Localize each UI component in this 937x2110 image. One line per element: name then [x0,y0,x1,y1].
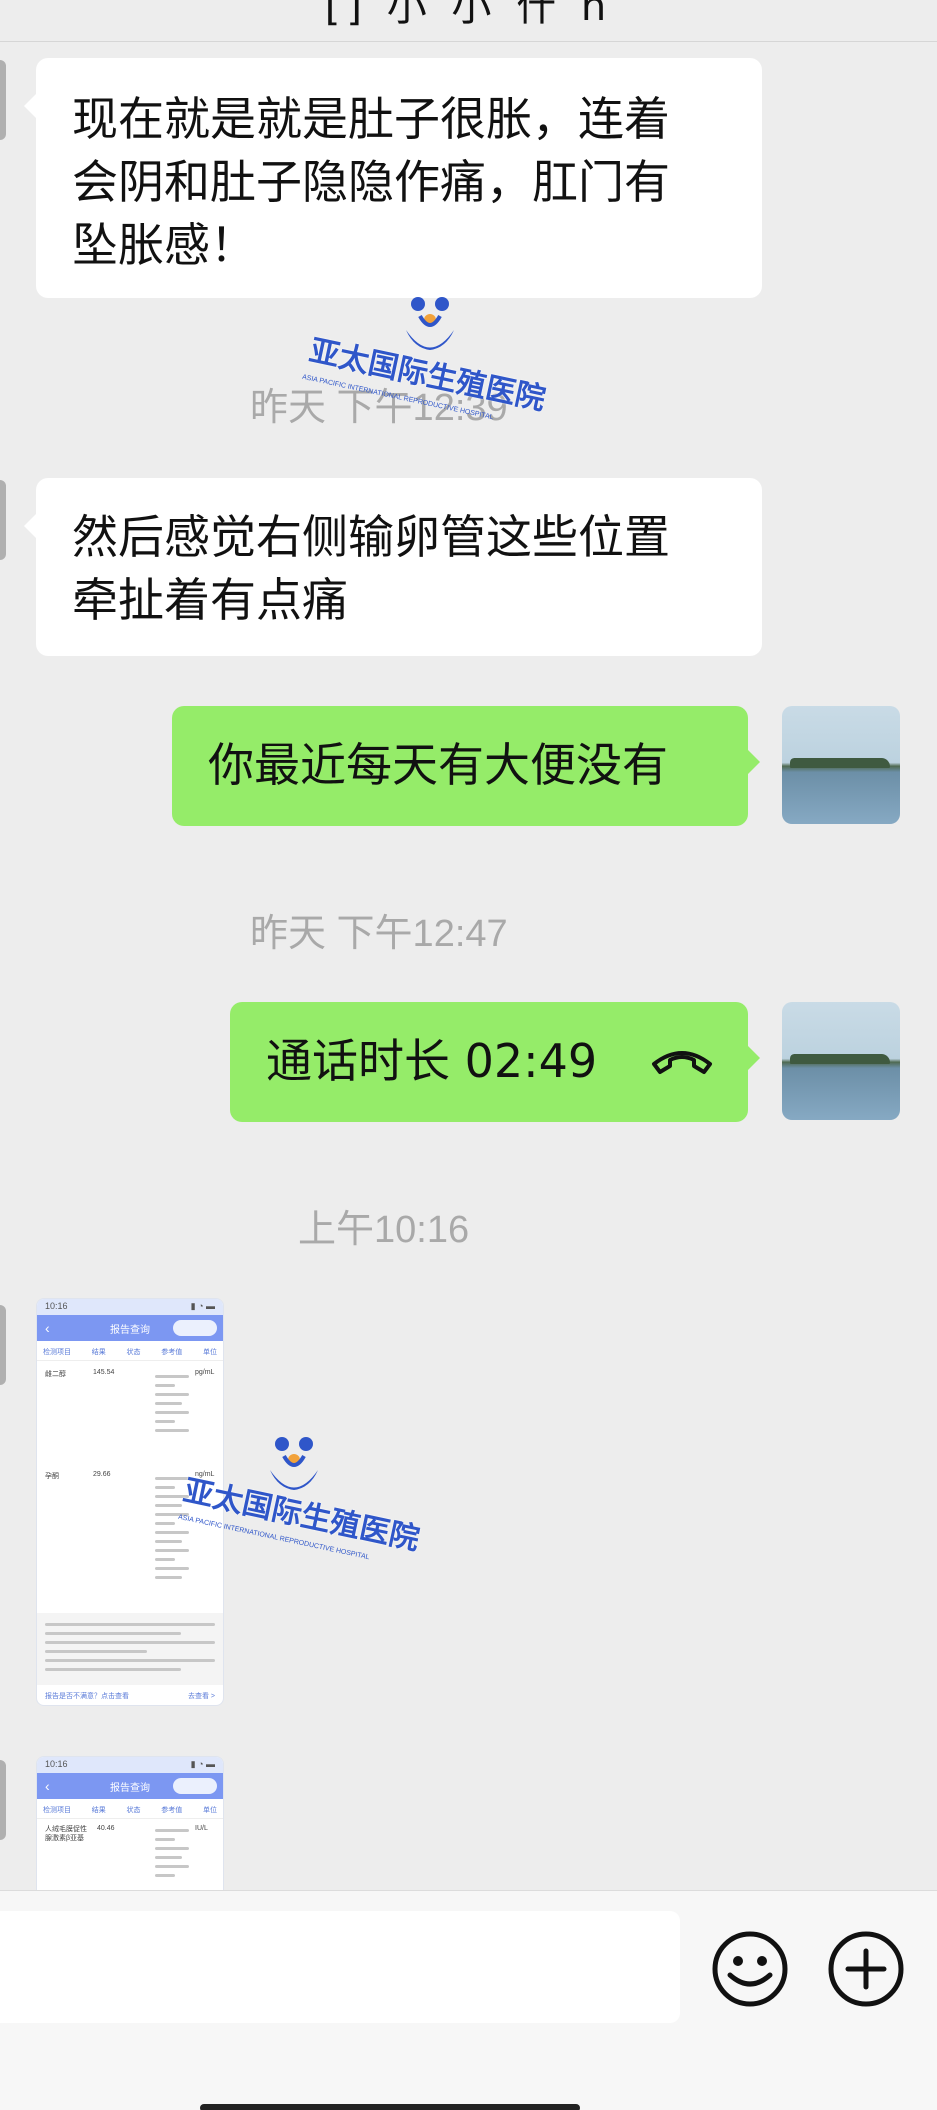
message-line: 现在就是就是肚子很胀，连着 [72,92,670,146]
column-header: 参考值 [161,1807,183,1814]
image-status-bar: 10:16 ▮ ◔ ▬ [37,1299,223,1315]
column-header: 结果 [91,1807,106,1814]
my-avatar[interactable] [782,706,900,824]
image-status-bar: 10:16 ▮ ◔ ▬ [37,1757,223,1773]
my-avatar[interactable] [782,1002,900,1120]
image-footer-link: 去查看 > [187,1693,215,1700]
image-status-time: 10:16 [45,1759,68,1769]
plus-button[interactable] [826,1929,906,2009]
column-header: 检测项目 [43,1349,71,1356]
report-unit: IU/L [195,1825,208,1832]
message-line: 会阴和肚子隐隐作痛，肛门有 [72,155,670,209]
image-notes [37,1613,223,1685]
reference-range-block [155,1369,189,1438]
column-header: 参考值 [161,1349,183,1356]
image-footer-links: 报告是否不满意？点击查看 去查看 > [37,1685,223,1705]
image-back-icon: ‹ [45,1320,50,1336]
sender-avatar-edge[interactable] [0,480,6,560]
chat-header: [] 小 小 什 n [0,0,937,42]
message-line: 坠胀感！ [72,218,256,272]
report-result: 29.66 [93,1471,111,1478]
watermark-logo: 亚太国际生殖医院 ASIA PACIFIC INTERNATIONAL REPR… [300,290,548,440]
call-record-message[interactable]: 通话时长 02:49 [230,1002,760,1122]
image-nav-bar: ‹ 报告查询 [37,1773,223,1799]
image-status-icons: ▮ ◔ ▬ [190,1759,215,1769]
call-duration-text: 通话时长 02:49 [266,1034,598,1088]
image-menu-pill [173,1320,217,1336]
phone-hangup-icon [652,1051,712,1074]
image-table-header: 检测项目 结果 状态 参考值 单位 [37,1799,223,1819]
sender-avatar-edge[interactable] [0,1305,6,1385]
report-image-message[interactable]: 10:16 ▮ ◔ ▬ ‹ 报告查询 检测项目 结果 状态 参考值 单位 人绒毛… [36,1756,224,1890]
image-menu-pill [173,1778,217,1794]
image-status-time: 10:16 [45,1301,68,1311]
reference-range-block [155,1823,189,1883]
message-line: 然后感觉右侧输卵管这些位置 [72,510,670,564]
chat-input-bar [0,1890,937,2110]
emoji-button[interactable] [710,1929,790,2009]
sender-avatar-edge[interactable] [0,60,6,140]
message-line: 牵扯着有点痛 [72,573,348,627]
image-table-body: 人绒毛膜促性腺激素β亚基 40.46 IU/L [37,1819,223,1889]
report-item: 雌二醇 [45,1371,66,1378]
home-indicator[interactable] [200,2104,580,2110]
report-unit: pg/mL [195,1369,215,1376]
incoming-message[interactable]: 现在就是就是肚子很胀，连着 会阴和肚子隐隐作痛，肛门有 坠胀感！ [24,58,762,298]
report-result: 40.46 [97,1825,115,1832]
column-header: 单位 [203,1807,217,1814]
report-result: 145.54 [93,1369,115,1376]
image-table-header: 检测项目 结果 状态 参考值 单位 [37,1341,223,1361]
message-input[interactable] [0,1911,680,2023]
outgoing-message[interactable]: 你最近每天有大便没有 [172,706,760,826]
message-text: 你最近每天有大便没有 [208,738,668,792]
chat-title: [] 小 小 什 n [324,0,613,30]
image-back-icon: ‹ [45,1778,50,1794]
column-header: 状态 [126,1349,141,1356]
incoming-message[interactable]: 然后感觉右侧输卵管这些位置 牵扯着有点痛 [24,478,762,656]
image-title: 报告查询 [110,1782,150,1794]
column-header: 状态 [126,1807,141,1814]
column-header: 检测项目 [43,1807,71,1814]
image-nav-bar: ‹ 报告查询 [37,1315,223,1341]
column-header: 单位 [203,1349,217,1356]
report-item: 人绒毛膜促性腺激素β亚基 [45,1826,87,1842]
sender-avatar-edge[interactable] [0,1760,6,1840]
timestamp: 上午10:16 [298,1209,470,1251]
image-title: 报告查询 [110,1324,150,1336]
report-item: 孕酮 [45,1473,59,1480]
image-status-icons: ▮ ◔ ▬ [190,1301,215,1311]
column-header: 结果 [91,1349,106,1356]
watermark-logo: 亚太国际生殖医院 ASIA PACIFIC INTERNATIONAL REPR… [176,1430,422,1580]
timestamp: 昨天 下午12:47 [250,913,508,955]
image-footer-text: 报告是否不满意？点击查看 [45,1693,129,1700]
